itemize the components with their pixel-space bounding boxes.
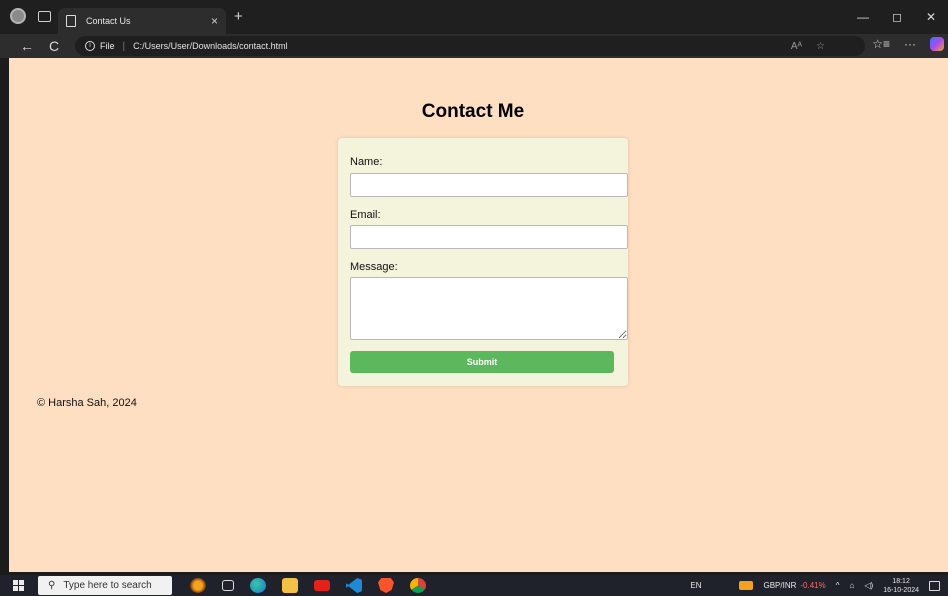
search-placeholder: Type here to search <box>63 580 152 591</box>
omnibox-actions: Aᴬ ☆ <box>791 36 825 56</box>
tab-title: Contact Us <box>86 16 131 26</box>
window-controls: — ◻ ✕ <box>846 10 948 24</box>
search-icon: ⚲ <box>48 580 56 591</box>
url-text[interactable]: C:/Users/User/Downloads/contact.html <box>133 41 288 51</box>
toolbar-right: ☆≡ ··· <box>872 37 944 51</box>
name-label: Name: <box>350 156 383 168</box>
back-button[interactable]: ← <box>20 37 34 55</box>
volume-icon[interactable]: ◁) <box>864 581 873 590</box>
address-toolbar: ← C i File | C:/Users/User/Downloads/con… <box>0 34 948 58</box>
tray-chevron-icon[interactable]: ^ <box>836 581 840 590</box>
submit-button[interactable]: Submit <box>350 351 614 373</box>
favorite-star-icon[interactable]: ☆ <box>816 41 825 52</box>
email-label: Email: <box>350 209 381 221</box>
screen: Contact Us × + — ◻ ✕ ← C i File | C:/Use… <box>0 0 948 596</box>
name-field[interactable] <box>350 173 628 197</box>
message-label: Message: <box>350 261 398 273</box>
youtube-icon[interactable] <box>314 580 330 591</box>
favorites-list-icon[interactable]: ☆≡ <box>872 37 890 51</box>
tab-actions-icon[interactable] <box>38 10 51 22</box>
tab-contact-us[interactable]: Contact Us × <box>58 8 226 34</box>
divider: | <box>122 40 126 52</box>
ticker-change: -0.41% <box>800 581 826 590</box>
address-bar[interactable]: i File | C:/Users/User/Downloads/contact… <box>75 36 865 56</box>
profile-icon[interactable] <box>10 8 26 24</box>
clock-time: 18:12 <box>892 577 910 585</box>
vscode-icon[interactable] <box>346 578 362 593</box>
system-tray: EN GBP/INR -0.41% ^ ⌂ ◁) 18:12 16-10-202… <box>690 575 948 596</box>
site-label: File <box>100 41 115 51</box>
page-title: Contact Me <box>421 101 525 122</box>
copilot-icon[interactable] <box>930 37 944 51</box>
refresh-button[interactable]: C <box>49 37 59 55</box>
taskbar-apps <box>190 578 426 593</box>
ticker-icon <box>739 581 754 590</box>
info-icon[interactable]: i <box>85 41 95 51</box>
message-field[interactable] <box>350 277 628 340</box>
file-explorer-icon[interactable] <box>282 578 298 593</box>
notifications-icon[interactable] <box>929 580 940 591</box>
browser-titlebar: Contact Us × + — ◻ ✕ <box>0 0 948 34</box>
restore-button[interactable]: ◻ <box>880 10 914 24</box>
clock[interactable]: 18:12 16-10-2024 <box>883 577 919 595</box>
taskbar-search-box[interactable]: ⚲ Type here to search <box>38 576 172 595</box>
taskbar: ⚲ Type here to search EN GBP/INR -0.41% … <box>0 575 948 596</box>
network-icon[interactable]: ⌂ <box>850 581 855 590</box>
language-indicator[interactable]: EN <box>690 581 701 590</box>
tab-close-icon[interactable]: × <box>211 14 218 28</box>
brave-browser-icon[interactable] <box>378 578 394 593</box>
page-icon <box>66 15 76 27</box>
chrome-icon[interactable] <box>410 578 426 593</box>
contact-form: Name: Email: Message: Submit <box>338 138 628 386</box>
windows-start-icon[interactable] <box>13 580 24 591</box>
minimize-button[interactable]: — <box>846 10 880 24</box>
ticker-name[interactable]: GBP/INR <box>763 581 796 590</box>
close-window-button[interactable]: ✕ <box>914 10 948 24</box>
widgets-icon[interactable] <box>190 578 206 593</box>
task-view-icon[interactable] <box>222 580 234 591</box>
new-tab-button[interactable]: + <box>234 8 243 26</box>
email-field[interactable] <box>350 225 628 249</box>
titlebar-left-icons <box>10 8 51 24</box>
edge-browser-icon[interactable] <box>250 578 266 593</box>
page-viewport: Contact Me Name: Email: Message: Submit … <box>9 58 948 572</box>
more-menu-icon[interactable]: ··· <box>904 37 916 51</box>
clock-date: 16-10-2024 <box>883 586 919 594</box>
footer-copyright: © Harsha Sah, 2024 <box>37 397 137 409</box>
read-aloud-icon[interactable]: Aᴬ <box>791 41 802 52</box>
